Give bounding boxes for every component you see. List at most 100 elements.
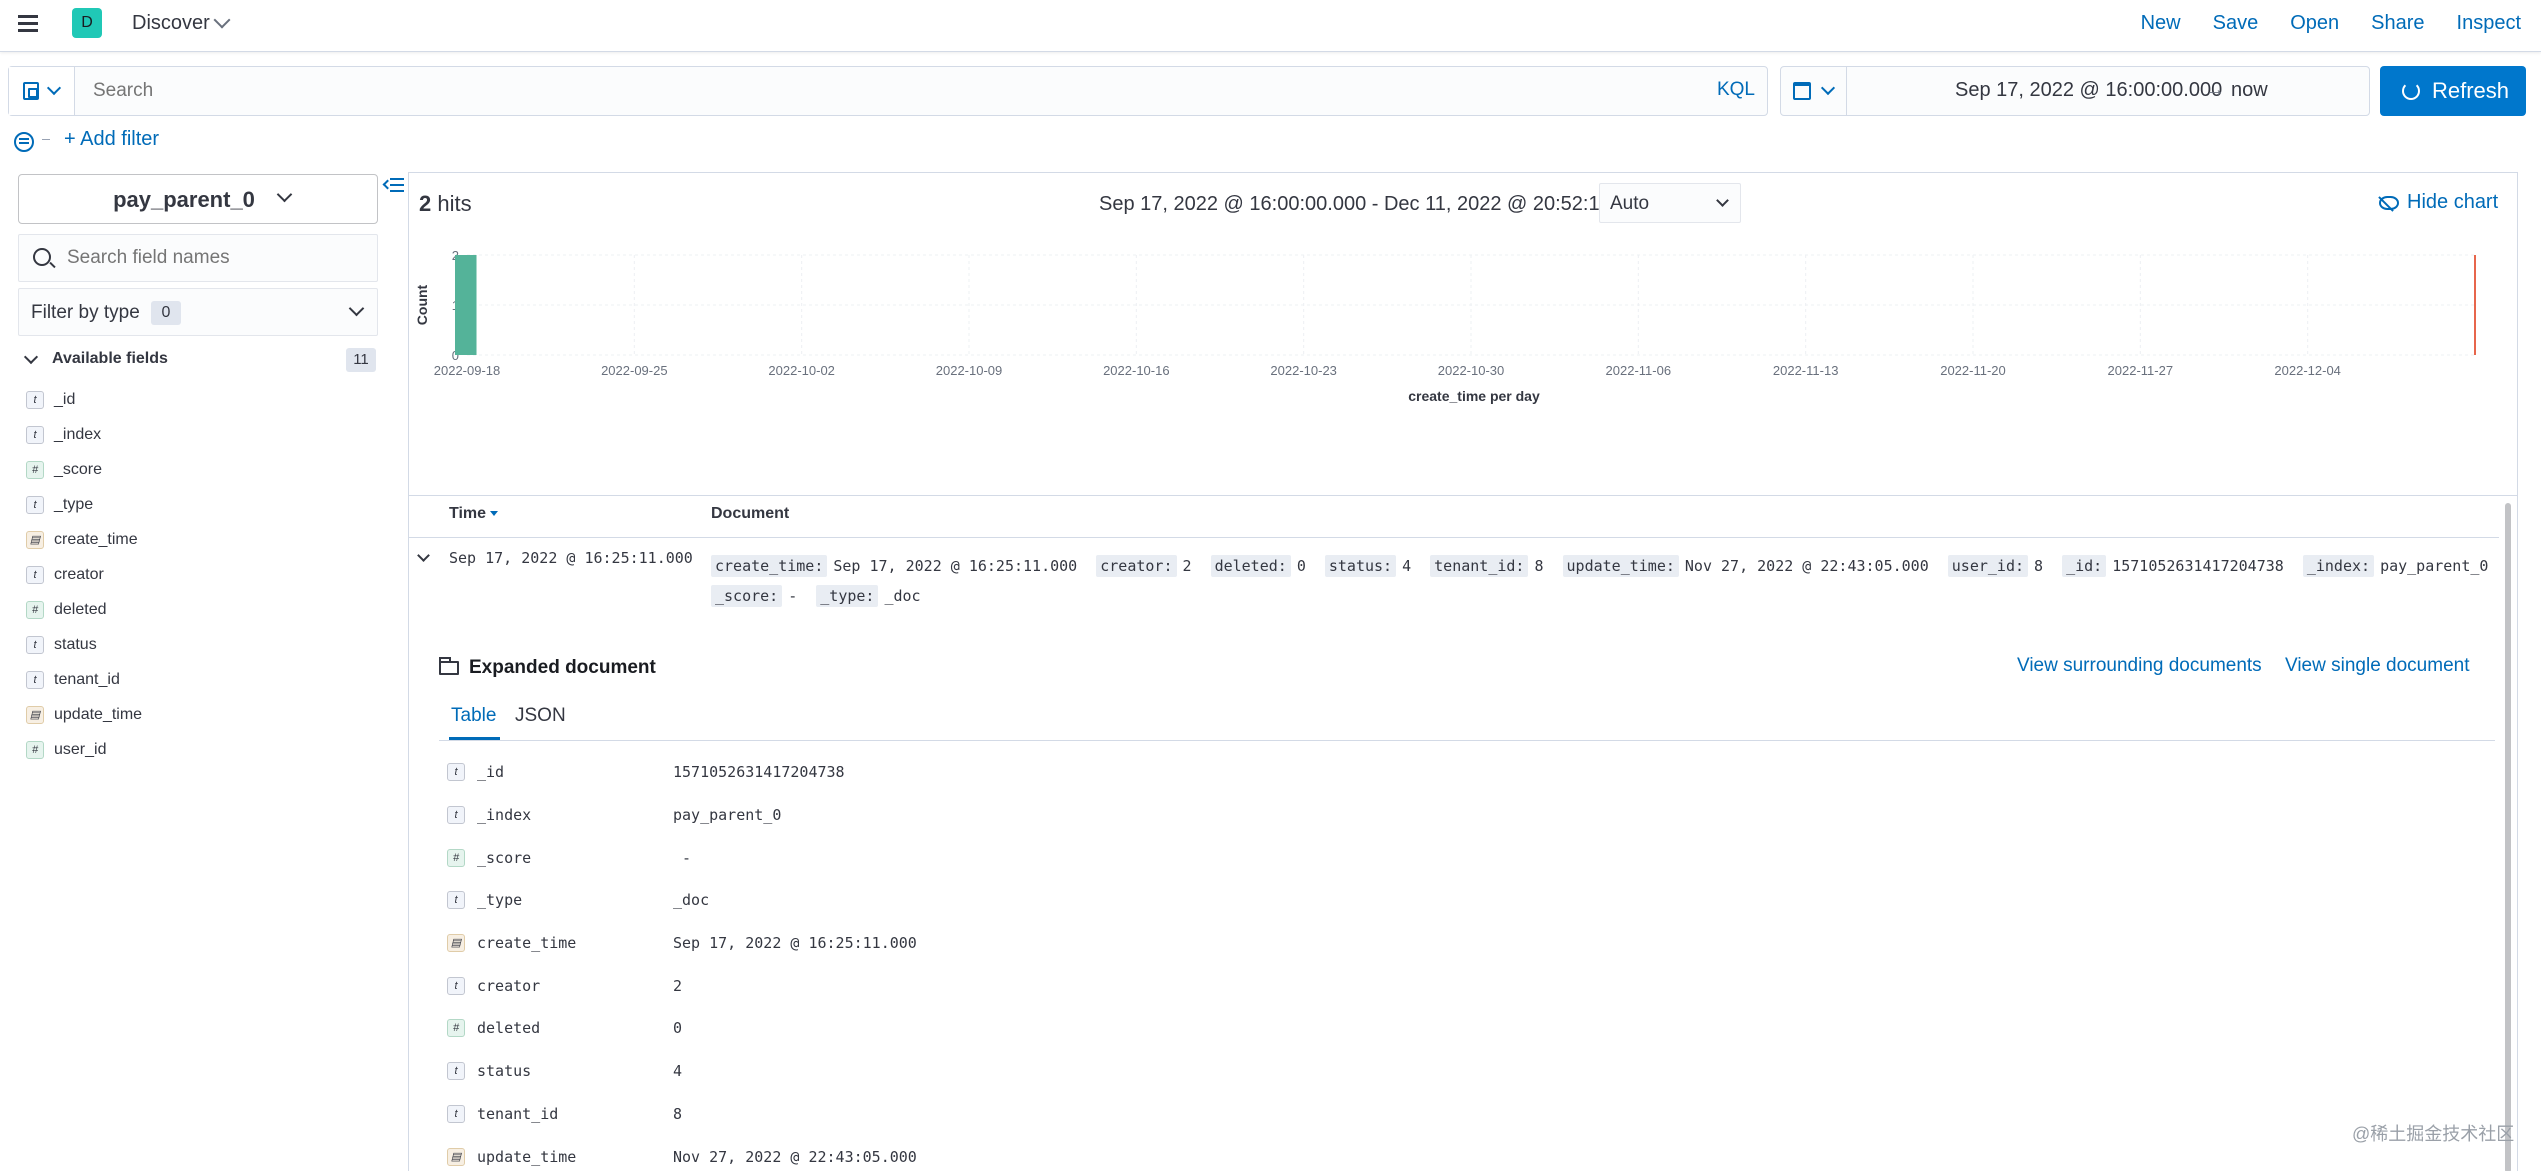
row-expand-toggle[interactable] — [417, 549, 430, 562]
x-tick-label: 2022-11-13 — [1773, 363, 1839, 378]
view-single-link[interactable]: View single document — [2285, 655, 2469, 677]
y-axis-label: Count — [414, 284, 430, 325]
index-pattern-selector[interactable]: pay_parent_0 — [18, 174, 378, 224]
detail-row: t _index pay_parent_0 — [447, 794, 2487, 837]
date-picker: Sep 17, 2022 @ 16:00:00.000 → now — [1780, 66, 2370, 116]
date-type-icon: ▤ — [26, 705, 44, 724]
x-tick-label: 2022-10-30 — [1438, 363, 1505, 378]
field-name: status — [54, 635, 97, 653]
collapse-sidebar-icon[interactable] — [384, 178, 404, 194]
available-fields-toggle[interactable]: Available fields 11 — [18, 346, 378, 376]
field-item[interactable]: t status — [26, 627, 376, 662]
save-link[interactable]: Save — [2213, 12, 2259, 35]
app-badge[interactable]: D — [72, 8, 102, 38]
histogram-chart[interactable]: 0122022-09-182022-09-252022-10-022022-10… — [409, 233, 2509, 483]
detail-field-name: status — [477, 1062, 532, 1081]
field-item[interactable]: ▤ create_time — [26, 522, 376, 557]
view-surrounding-link[interactable]: View surrounding documents — [2017, 655, 2262, 677]
expanded-document-title: Expanded document — [469, 657, 656, 678]
query-bar: KQL — [8, 66, 1768, 116]
detail-field-name: deleted — [477, 1019, 541, 1038]
field-item[interactable]: t creator — [26, 557, 376, 592]
date-end[interactable]: now — [2231, 79, 2268, 102]
field-item[interactable]: t _id — [26, 382, 376, 417]
detail-field-name: creator — [477, 976, 541, 995]
chevron-down-icon[interactable] — [213, 11, 231, 29]
sort-down-icon[interactable] — [490, 511, 499, 517]
x-tick-label: 2022-09-18 — [434, 363, 501, 378]
saved-query-button[interactable] — [9, 67, 75, 115]
divider — [409, 537, 2499, 538]
kql-button[interactable]: KQL — [1717, 79, 1755, 101]
quick-menu-button[interactable] — [1781, 67, 1847, 115]
detail-row: ▤ create_time Sep 17, 2022 @ 16:25:11.000 — [447, 922, 2487, 965]
scrollbar[interactable] — [2505, 503, 2511, 1171]
field-item[interactable]: t _index — [26, 417, 376, 452]
number-type-icon: # — [447, 1019, 465, 1038]
filter-by-type-button[interactable]: Filter by type 0 — [18, 288, 378, 336]
top-nav: New Save Open Share Inspect — [2109, 12, 2521, 35]
field-item[interactable]: # _score — [26, 452, 376, 487]
app-name[interactable]: Discover — [132, 12, 210, 35]
detail-field-name: _id — [477, 763, 505, 782]
refresh-icon — [2402, 82, 2420, 100]
new-link[interactable]: New — [2141, 12, 2181, 35]
refresh-button[interactable]: Refresh — [2380, 66, 2526, 116]
divider — [409, 495, 2517, 496]
x-tick-label: 2022-11-27 — [2108, 363, 2174, 378]
index-pattern-label: pay_parent_0 — [113, 187, 255, 212]
x-tick-label: 2022-11-06 — [1606, 363, 1672, 378]
hide-chart-label: Hide chart — [2407, 191, 2499, 213]
chevron-down-icon — [348, 300, 365, 317]
string-type-icon: t — [26, 635, 44, 654]
field-search-input[interactable] — [67, 235, 367, 281]
detail-field-value: Sep 17, 2022 @ 16:25:11.000 — [673, 934, 917, 953]
document-cell: create_time: Sep 17, 2022 @ 16:25:11.000 … — [711, 551, 2501, 611]
main-panel: 2 hits Sep 17, 2022 @ 16:00:00.000 - Dec… — [408, 172, 2518, 1171]
doc-pair: _score: - — [711, 585, 797, 607]
column-header-time[interactable]: Time — [449, 505, 499, 523]
x-tick-label: 2022-10-23 — [1270, 363, 1337, 378]
detail-row: t status 4 — [447, 1050, 2487, 1093]
detail-field-name: tenant_id — [477, 1104, 559, 1123]
x-axis-label: create_time per day — [1408, 388, 1540, 404]
search-input[interactable] — [85, 67, 1685, 115]
doc-pair: update_time: Nov 27, 2022 @ 22:43:05.000 — [1562, 555, 1929, 577]
detail-field-value: 2 — [673, 976, 683, 995]
share-link[interactable]: Share — [2371, 12, 2424, 35]
filter-count-badge: 0 — [151, 301, 181, 325]
tab-table[interactable]: Table — [449, 705, 501, 740]
filter-icon[interactable] — [14, 132, 34, 152]
detail-field-name: update_time — [477, 1147, 577, 1166]
field-item[interactable]: # user_id — [26, 732, 376, 767]
arrow-right-icon: → — [2205, 79, 2225, 101]
interval-select[interactable]: Auto — [1599, 183, 1741, 223]
detail-row: t creator 2 — [447, 964, 2487, 1007]
chart-bar — [455, 255, 477, 355]
string-type-icon: t — [26, 390, 44, 409]
string-type-icon: t — [447, 763, 465, 782]
detail-field-value: - — [673, 848, 692, 867]
menu-icon[interactable] — [16, 12, 40, 36]
detail-row: t tenant_id 8 — [447, 1093, 2487, 1136]
inspect-link[interactable]: Inspect — [2457, 12, 2521, 35]
detail-field-name: _index — [477, 806, 532, 825]
x-tick-label: 2022-09-25 — [601, 363, 668, 378]
add-filter-button[interactable]: + Add filter — [64, 128, 159, 151]
doc-key: update_time: — [1562, 555, 1679, 577]
detail-field-name: _type — [477, 891, 523, 910]
hide-chart-button[interactable]: Hide chart — [2379, 191, 2498, 214]
doc-key: creator: — [1096, 555, 1177, 577]
field-item[interactable]: # deleted — [26, 592, 376, 627]
field-item[interactable]: t tenant_id — [26, 662, 376, 697]
tab-json[interactable]: JSON — [515, 705, 566, 737]
doc-pair: tenant_id: 8 — [1430, 555, 1544, 577]
interval-value: Auto — [1610, 193, 1650, 214]
field-item[interactable]: t _type — [26, 487, 376, 522]
field-name: _score — [54, 460, 103, 478]
search-icon — [33, 248, 51, 266]
field-item[interactable]: ▤ update_time — [26, 697, 376, 732]
open-link[interactable]: Open — [2290, 12, 2339, 35]
doc-pair: creator: 2 — [1096, 555, 1192, 577]
date-start[interactable]: Sep 17, 2022 @ 16:00:00.000 — [1955, 79, 2222, 102]
